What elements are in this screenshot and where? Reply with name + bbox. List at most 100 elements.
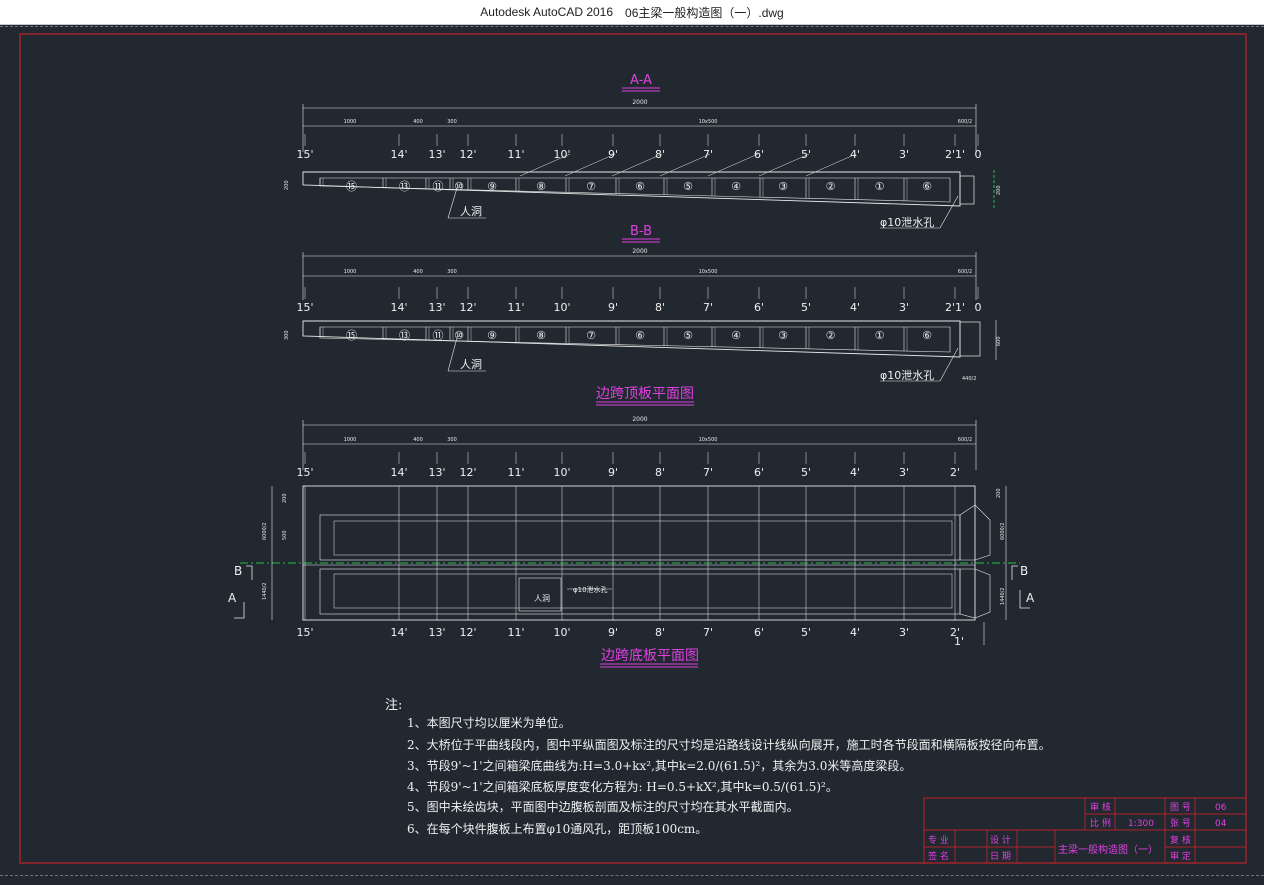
- cell-number: ②: [826, 329, 836, 342]
- segment-label: 10': [553, 626, 570, 639]
- segment-label: 4': [850, 626, 860, 639]
- section-mark-b-left[interactable]: B: [234, 564, 242, 578]
- segment-label: 4': [850, 466, 860, 479]
- bb-dim-seg2: 400: [413, 269, 423, 275]
- plan-drain-label: φ10泄水孔: [573, 585, 608, 594]
- note-item-2: 2、大桥位于平曲线段内，图中平纵面图及标注的尺寸均是沿路线设计线纵向展开，施工时…: [407, 738, 1051, 752]
- cell-number: ⑦: [586, 329, 596, 342]
- aa-dim-middle: 10x500: [699, 119, 718, 125]
- aa-height-right: 200: [996, 185, 1002, 195]
- segment-label: 4': [850, 301, 860, 314]
- note-item-1: 1、本图尺寸均以厘米为单位。: [407, 716, 571, 730]
- aa-dim-seg3: 300: [447, 119, 457, 125]
- segment-label: 3': [899, 301, 909, 314]
- bottom-plan[interactable]: 2000 1000 400 300 10x500 600/2 15' 14' 13'…: [228, 416, 1035, 648]
- plan-dim-total: 2000: [632, 416, 647, 423]
- cell-number: ④: [731, 329, 741, 342]
- tb-label-sheet: 张 号: [1170, 818, 1191, 829]
- app-title: Autodesk AutoCAD 2016: [480, 5, 614, 19]
- segment-label: 14': [390, 626, 407, 639]
- cell-number: ⑤: [683, 329, 693, 342]
- tb-label-check: 复 核: [1170, 834, 1191, 846]
- bb-dim-seg1: 1000: [344, 269, 357, 275]
- segment-label: 15': [296, 148, 313, 161]
- segment-label: 9': [608, 301, 618, 314]
- leader-line: [707, 153, 759, 177]
- plan-dim-seg3: 300: [447, 437, 457, 443]
- notes-heading: 注:: [385, 698, 403, 713]
- segment-label: 2'1': [945, 148, 965, 161]
- segment-label: 6': [754, 301, 764, 314]
- tb-drawing-title: 主梁一般构造图（一）: [1058, 843, 1158, 856]
- segment-label: 11': [507, 626, 524, 639]
- segment-label: 12': [459, 626, 476, 639]
- segment-label: 6': [754, 626, 764, 639]
- bb-dim-middle: 10x500: [699, 269, 718, 275]
- section-mark-a-right[interactable]: A: [1026, 591, 1035, 605]
- segment-label: 11': [507, 301, 524, 314]
- section-mark-a-left[interactable]: A: [228, 591, 237, 605]
- cell-number: ⑮: [346, 329, 357, 342]
- plan-extra-label: 1': [954, 635, 964, 648]
- cell-number: ⑩: [454, 180, 464, 193]
- segment-label: 2'1': [945, 301, 965, 314]
- plan-side-dim1: 6000/2: [262, 522, 268, 540]
- tb-label-design: 设 计: [990, 834, 1011, 846]
- plan-side-dim2: 1440/2: [262, 582, 268, 600]
- cell-number: ⑧: [536, 329, 546, 342]
- segment-label: 2': [950, 466, 960, 479]
- segment-label: 8': [655, 301, 665, 314]
- section-mark-b-right[interactable]: B: [1020, 564, 1028, 578]
- bb-dim-seg3: 300: [447, 269, 457, 275]
- segment-label: 9': [608, 148, 618, 161]
- segment-label: 13': [428, 466, 445, 479]
- plan-outline: [302, 485, 976, 621]
- note-item-6: 6、在每个块件腹板上布置φ10通风孔，距顶板100cm。: [407, 822, 708, 836]
- drawing-canvas[interactable]: A-A 2000 1000 400 300 10x500 600/2 15' 14…: [0, 25, 1264, 885]
- aa-dim-seg1: 1000: [344, 119, 357, 125]
- tb-label-name: 签 名: [928, 850, 949, 862]
- bb-dim-total: 2000: [632, 248, 647, 255]
- segment-label: 7': [703, 626, 713, 639]
- segment-label: 5': [801, 626, 811, 639]
- aa-dim-end: 600/2: [958, 119, 972, 125]
- segment-label: 3': [899, 626, 909, 639]
- segment-label: 13': [428, 301, 445, 314]
- cell-number: ③: [778, 329, 788, 342]
- leader-line: [805, 153, 857, 177]
- file-name: 06主梁一般构造图（一）.dwg: [625, 5, 784, 20]
- cell-number: ⑥: [922, 329, 932, 342]
- segment-label: 15': [296, 466, 313, 479]
- segment-label: 12': [459, 148, 476, 161]
- cell-number: ②: [826, 180, 836, 193]
- segment-label: 8': [655, 148, 665, 161]
- cell-number: ⑧: [536, 180, 546, 193]
- leader-line: [758, 153, 810, 177]
- aa-manhole-label: 人洞: [460, 205, 482, 218]
- aa-title: A-A: [630, 73, 652, 88]
- tb-drawing-no-value: 06: [1215, 803, 1227, 813]
- aa-drain-label: φ10泄水孔: [880, 216, 934, 229]
- plan-right-dim2: 1440/2: [1000, 587, 1006, 605]
- segment-label: 10': [553, 148, 570, 161]
- leader-line: [564, 153, 616, 177]
- segment-label: 13': [428, 148, 445, 161]
- segment-label: 8': [655, 466, 665, 479]
- section-aa[interactable]: A-A 2000 1000 400 300 10x500 600/2 15' 14…: [284, 73, 1002, 229]
- note-item-4: 4、节段9'~1'之间箱梁底板厚度变化方程为: H=0.5+kX²,其中k=0.…: [407, 780, 838, 794]
- cell-number: ⑥: [635, 329, 645, 342]
- segment-label: 9': [608, 626, 618, 639]
- cell-number: ⑥: [922, 180, 932, 193]
- segment-label: 7': [703, 148, 713, 161]
- plan-manhole-label: 人洞: [534, 593, 550, 603]
- title-block[interactable]: 审 核 比 例 1:300 图 号 06 张 号 04 专 业 签 名 设 计 …: [923, 797, 1247, 864]
- cell-number: ⑪: [433, 329, 444, 342]
- note-item-3: 3、节段9'~1'之间箱梁底曲线为:H=3.0+kx²,其中k=2.0/(61.…: [407, 759, 912, 773]
- segment-label: 3': [899, 466, 909, 479]
- tb-scale-value: 1:300: [1128, 819, 1154, 829]
- segment-label: 7': [703, 466, 713, 479]
- tb-label-date: 日 期: [990, 851, 1011, 862]
- tb-label-review: 审 核: [1090, 801, 1111, 813]
- section-bb[interactable]: B-B 2000 1000 400 300 10x500 600/2 15' 14…: [284, 224, 1002, 382]
- plan-dim-seg1: 1000: [344, 437, 357, 443]
